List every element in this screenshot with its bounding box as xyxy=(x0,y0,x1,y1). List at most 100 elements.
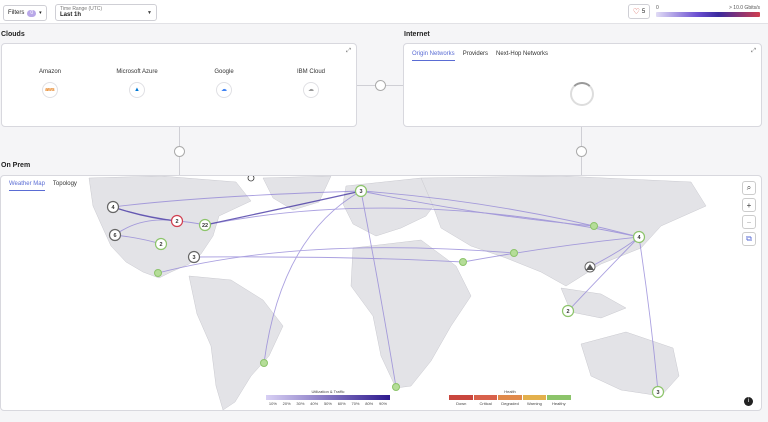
site-cluster-node: 3 xyxy=(651,385,665,399)
health-healthy-swatch xyxy=(547,395,571,400)
health-label: Healthy xyxy=(552,401,566,406)
utilization-tick: 30% xyxy=(296,401,305,406)
traffic-legend-min: 0 xyxy=(656,5,659,11)
clouds-panel: ⤢ Amazon aws Microsoft Azure ▲ Google ☁ … xyxy=(1,43,357,127)
internet-title: Internet xyxy=(404,31,430,38)
cloud-azure[interactable]: Microsoft Azure ▲ xyxy=(102,69,172,98)
site-cluster-node: 4 xyxy=(632,230,646,244)
top-bar: Filters 0 ▾ Time Range (UTC) Last 1h ▼ ♡… xyxy=(0,0,768,24)
chevron-down-icon: ▼ xyxy=(147,10,152,16)
zoom-out-button[interactable]: − xyxy=(742,215,756,229)
map-toolbar: ⌕ + − ⧉ xyxy=(742,181,756,246)
health-label: Degraded xyxy=(501,401,519,406)
expand-icon[interactable]: ⤢ xyxy=(346,48,351,55)
site-node xyxy=(510,249,518,257)
connector-node xyxy=(375,80,386,91)
svg-text:3: 3 xyxy=(359,189,362,195)
cloud-label: Microsoft Azure xyxy=(116,69,158,75)
svg-text:22: 22 xyxy=(202,223,208,229)
health-legend: Health Down Critical Degraded Warning He… xyxy=(449,389,571,406)
site-node xyxy=(392,383,400,391)
health-label: Warning xyxy=(527,401,542,406)
site-cluster-node: 2 xyxy=(154,237,168,251)
tab-providers[interactable]: Providers xyxy=(463,51,488,61)
internet-panel: ⤢ Origin Networks Providers Next-Hop Net… xyxy=(403,43,762,127)
info-icon[interactable]: i xyxy=(744,397,753,406)
zoom-in-button[interactable]: + xyxy=(742,198,756,212)
azure-icon: ▲ xyxy=(129,82,145,98)
svg-text:2: 2 xyxy=(159,242,162,248)
health-critical-swatch xyxy=(473,395,498,400)
utilization-tick: 80% xyxy=(365,401,374,406)
tab-topology[interactable]: Topology xyxy=(53,181,77,191)
health-down-swatch xyxy=(449,395,473,400)
clouds-title: Clouds xyxy=(1,31,25,38)
cloud-label: IBM Cloud xyxy=(296,69,325,75)
filters-label: Filters xyxy=(8,10,25,16)
tab-weather-map[interactable]: Weather Map xyxy=(9,181,45,191)
utilization-tick: 70% xyxy=(351,401,360,406)
utilization-tick: 50% xyxy=(323,401,332,406)
utilization-tick: 10% xyxy=(268,401,277,406)
time-range-value: Last 1h xyxy=(60,12,82,18)
health-legend-title: Health xyxy=(504,389,516,394)
site-cluster-node: 2 xyxy=(170,214,184,228)
utilization-legend-title: Utilization & Traffic xyxy=(311,389,345,394)
site-node xyxy=(260,359,268,367)
utilization-gradient xyxy=(266,395,390,400)
svg-text:2: 2 xyxy=(175,219,178,225)
weather-map-panel: Weather Map Topology 4 6 2 22 2 3 3 4 2 … xyxy=(0,175,762,411)
site-node xyxy=(154,269,162,277)
cloud-icon: ☁ xyxy=(303,82,319,98)
australia-shape xyxy=(580,331,680,397)
cloud-google[interactable]: Google ☁ xyxy=(189,69,259,98)
connector-node xyxy=(174,146,185,157)
svg-text:6: 6 xyxy=(113,233,116,239)
tab-next-hop-networks[interactable]: Next-Hop Networks xyxy=(496,51,548,61)
utilization-tick: 20% xyxy=(282,401,291,406)
heart-icon: ♡ xyxy=(632,7,640,16)
google-cloud-icon: ☁ xyxy=(216,82,232,98)
site-cluster-node: 22 xyxy=(198,218,212,232)
alerts-button[interactable]: ♡ 5 xyxy=(628,4,650,19)
mountain-marker-icon xyxy=(584,261,596,273)
utilization-tick: 40% xyxy=(310,401,319,406)
layers-icon[interactable]: ⧉ xyxy=(742,232,756,246)
search-icon[interactable]: ⌕ xyxy=(742,181,756,195)
health-label: Down xyxy=(456,401,467,406)
asia-shape xyxy=(420,176,707,287)
site-cluster-node: 2 xyxy=(561,304,575,318)
north-america-shape xyxy=(88,176,252,279)
site-cluster-node: 3 xyxy=(354,184,368,198)
svg-text:3: 3 xyxy=(192,255,195,261)
filters-count-badge: 0 xyxy=(27,9,37,17)
health-label: Critical xyxy=(479,401,492,406)
chevron-down-icon: ▾ xyxy=(39,10,42,16)
tab-origin-networks[interactable]: Origin Networks xyxy=(412,51,455,61)
alerts-count: 5 xyxy=(641,8,646,15)
svg-text:2: 2 xyxy=(566,309,569,315)
cursor-hand-icon xyxy=(247,176,255,182)
time-range-select[interactable]: Time Range (UTC) Last 1h ▼ xyxy=(55,4,157,21)
site-node xyxy=(590,222,598,230)
utilization-tick: 60% xyxy=(337,401,346,406)
traffic-legend-max: > 10.0 Gbits/s xyxy=(729,5,760,11)
cloud-label: Google xyxy=(214,69,234,75)
site-cluster-node: 3 xyxy=(187,250,201,264)
health-degraded-swatch xyxy=(498,395,522,400)
site-node xyxy=(459,258,467,266)
onprem-title: On Prem xyxy=(1,162,31,169)
africa-shape xyxy=(350,239,472,389)
aws-icon: aws xyxy=(42,82,58,98)
site-cluster-node: 6 xyxy=(108,228,122,242)
cloud-ibm[interactable]: IBM Cloud ☁ xyxy=(276,69,346,98)
filters-button[interactable]: Filters 0 ▾ xyxy=(3,5,47,21)
network-link xyxy=(263,190,362,364)
world-map[interactable]: 4 6 2 22 2 3 3 4 2 3 xyxy=(1,176,762,411)
traffic-legend: 0 > 10.0 Gbits/s xyxy=(656,5,760,17)
utilization-legend: Utilization & Traffic 10% 20% 30% 40% 50… xyxy=(266,389,390,406)
utilization-tick: 90% xyxy=(379,401,388,406)
expand-icon[interactable]: ⤢ xyxy=(751,48,756,55)
loading-spinner xyxy=(570,82,594,106)
cloud-amazon[interactable]: Amazon aws xyxy=(15,69,85,98)
